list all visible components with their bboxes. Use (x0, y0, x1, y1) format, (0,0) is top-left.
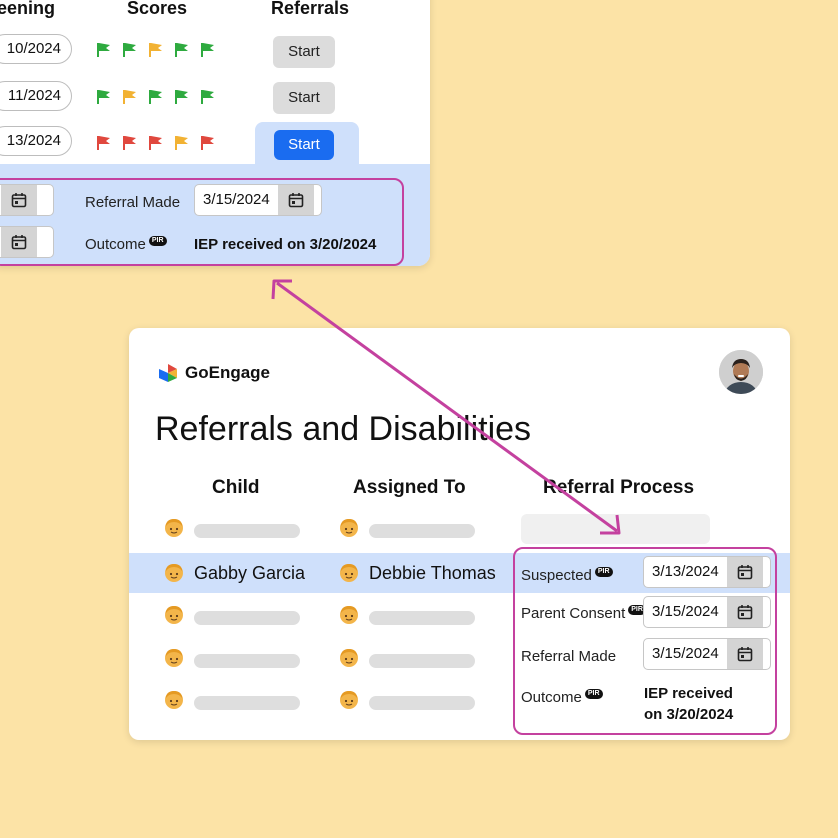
column-header-screening: reening (0, 0, 56, 18)
outcome-value-line1: IEP received (644, 685, 733, 702)
calendar-icon[interactable] (1, 227, 38, 257)
outcome-label: Outcome PIR (521, 689, 603, 706)
outcome-label-text: Outcome (85, 236, 146, 253)
screening-date-field[interactable]: 11/2024 (0, 81, 72, 111)
flag-icon (123, 90, 136, 104)
placeholder-bar (194, 696, 300, 710)
calendar-icon[interactable] (726, 639, 763, 669)
assigned-to-name[interactable]: Debbie Thomas (369, 563, 496, 584)
referral-made-date-field[interactable]: 3/15/2024 (194, 184, 322, 216)
score-flags (95, 42, 215, 58)
pir-badge: PIR (148, 236, 167, 246)
flag-icon (175, 136, 188, 150)
date-value: 3/15/2024 (652, 603, 719, 620)
suspected-label: Suspected PIR (521, 567, 613, 584)
date-value: 3/15/2024 (652, 645, 719, 662)
outcome-value-line2: on 3/20/2024 (644, 706, 734, 723)
column-header-scores: Scores (127, 0, 188, 18)
placeholder-bar (369, 611, 475, 625)
calendar-icon[interactable] (1, 185, 38, 215)
flag-icon (201, 90, 214, 104)
placeholder-bar (194, 524, 300, 538)
child-emoji-icon (338, 646, 360, 668)
child-emoji-icon (338, 603, 360, 625)
flag-icon (97, 90, 110, 104)
flag-icon (123, 43, 136, 57)
calendar-icon[interactable] (277, 185, 314, 215)
calendar-icon[interactable] (726, 597, 763, 627)
screening-card: reening Scores Referrals 10/2024 Start 1… (0, 0, 430, 266)
flag-icon (149, 136, 162, 150)
start-referral-button[interactable]: Start (273, 82, 335, 114)
placeholder-bar (369, 696, 475, 710)
child-emoji-icon (163, 516, 185, 538)
start-referral-button[interactable]: Start (273, 36, 335, 68)
placeholder-bar (369, 654, 475, 668)
flag-icon (97, 43, 110, 57)
placeholder-bar (369, 524, 475, 538)
child-emoji-icon (338, 561, 360, 583)
outcome-label-text: Outcome (521, 689, 582, 706)
flag-icon (123, 136, 136, 150)
suspected-date-field[interactable]: 3/13/2024 (643, 556, 771, 588)
screening-date-field[interactable]: 13/2024 (0, 126, 72, 156)
referral-made-date-field[interactable]: 3/15/2024 (643, 638, 771, 670)
parent-consent-label: Parent Consent PIR (521, 605, 646, 622)
parent-consent-label-text: Parent Consent (521, 605, 626, 622)
outcome-value: IEP received on 3/20/2024 (194, 236, 377, 253)
child-emoji-icon (163, 603, 185, 625)
start-referral-button-active[interactable]: Start (274, 130, 334, 160)
parent-consent-date-field[interactable]: 3/15/2024 (643, 596, 771, 628)
column-header-assigned-to: Assigned To (353, 477, 466, 498)
child-emoji-icon (163, 688, 185, 710)
child-emoji-icon (163, 561, 185, 583)
score-flags (95, 89, 215, 105)
referral-made-label: Referral Made (85, 194, 181, 211)
pir-badge: PIR (584, 689, 603, 699)
date-value: 3/15/2024 (203, 191, 270, 208)
flag-icon (149, 90, 162, 104)
flag-icon (201, 136, 214, 150)
flag-icon (97, 136, 110, 150)
brand-name: GoEngage (185, 363, 271, 382)
flag-icon (149, 43, 162, 57)
child-emoji-icon (338, 516, 360, 538)
date-field[interactable]: 4 (0, 226, 54, 258)
placeholder-block (521, 514, 710, 544)
flag-icon (201, 43, 214, 57)
child-emoji-icon (163, 646, 185, 668)
calendar-icon[interactable] (726, 557, 763, 587)
placeholder-bar (194, 611, 300, 625)
screening-date-field[interactable]: 10/2024 (0, 34, 72, 64)
column-header-referrals: Referrals (271, 0, 350, 18)
flag-icon (175, 90, 188, 104)
pir-badge: PIR (594, 567, 613, 577)
score-flags (95, 135, 215, 151)
outcome-label: Outcome PIR (85, 236, 167, 253)
column-header-referral-process: Referral Process (543, 477, 695, 498)
suspected-label-text: Suspected (521, 567, 592, 584)
date-value: 3/13/2024 (652, 563, 719, 580)
placeholder-bar (194, 654, 300, 668)
child-name[interactable]: Gabby Garcia (194, 563, 305, 584)
date-field[interactable]: 4 (0, 184, 54, 216)
goengage-logo-icon (159, 364, 177, 382)
user-avatar[interactable] (719, 350, 763, 394)
flag-icon (175, 43, 188, 57)
page-title: Referrals and Disabilities (155, 410, 532, 448)
brand-logo[interactable]: GoEngage (157, 362, 270, 384)
referral-made-label: Referral Made (521, 648, 617, 665)
column-header-child: Child (212, 477, 260, 498)
child-emoji-icon (338, 688, 360, 710)
referrals-card: GoEngage Referrals and Disabilities Chil… (129, 328, 790, 740)
